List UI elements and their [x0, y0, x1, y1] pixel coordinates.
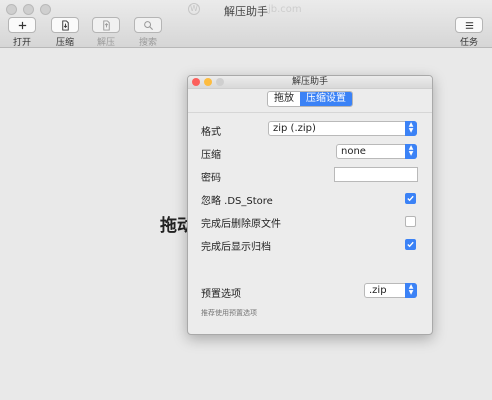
open-button[interactable]: 打开 — [7, 17, 37, 48]
delete-after-checkbox[interactable] — [405, 216, 416, 227]
up-down-arrow-icon: ▲ ▼ — [405, 121, 417, 136]
watermark-text: jb.com — [268, 4, 302, 15]
format-label: 格式 — [201, 127, 221, 138]
preferences-titlebar: 解压助手 — [188, 76, 432, 89]
extract-label: 解压 — [96, 38, 115, 48]
preset-value: .zip — [369, 285, 387, 296]
show-archive-label: 完成后显示归档 — [201, 242, 271, 253]
tasks-button[interactable]: 任务 — [454, 17, 484, 48]
ignore-ds-store-checkbox[interactable] — [405, 193, 416, 204]
preferences-tabs: 拖放 压缩设置 — [267, 91, 353, 107]
compression-settings-panel: 格式 zip (.zip) ▲ ▼ 压缩 none ▲ ▼ 密码 忽略 .DS_St… — [188, 112, 432, 334]
preferences-title: 解压助手 — [291, 77, 328, 87]
compress-label: 压缩 — [55, 38, 74, 48]
ignore-ds-store-label: 忽略 .DS_Store — [201, 196, 273, 207]
search-label: 搜索 — [138, 38, 157, 48]
main-titlebar: W 解压助手 jb.com 打开 压缩 解压 搜索 任务 — [0, 0, 492, 48]
plus-icon — [18, 21, 26, 29]
tab-compression-settings[interactable]: 压缩设置 — [300, 92, 352, 106]
checkmark-icon — [407, 241, 414, 248]
compress-file-icon — [61, 19, 69, 31]
compression-value: none — [341, 146, 366, 157]
format-value: zip (.zip) — [273, 123, 316, 134]
preset-select[interactable]: .zip ▲ ▼ — [364, 283, 417, 298]
open-label: 打开 — [12, 38, 31, 48]
list-icon — [465, 21, 473, 29]
checkmark-icon — [407, 195, 414, 202]
tasks-label: 任务 — [459, 38, 478, 48]
preferences-window: 解压助手 拖放 压缩设置 格式 zip (.zip) ▲ ▼ 压缩 none ▲ ▼… — [187, 75, 433, 335]
extract-button[interactable]: 解压 — [91, 17, 121, 48]
extract-file-icon — [102, 19, 110, 31]
up-down-arrow-icon: ▲ ▼ — [405, 283, 417, 298]
show-archive-checkbox[interactable] — [405, 239, 416, 250]
preset-label: 预置选项 — [201, 289, 241, 300]
format-select[interactable]: zip (.zip) ▲ ▼ — [268, 121, 417, 136]
password-field[interactable] — [334, 167, 418, 182]
tab-drag-drop[interactable]: 拖放 — [268, 92, 300, 106]
compression-label: 压缩 — [201, 150, 221, 161]
preset-hint: 推荐使用预置选项 — [201, 309, 257, 317]
compression-select[interactable]: none ▲ ▼ — [336, 144, 417, 159]
up-down-arrow-icon: ▲ ▼ — [405, 144, 417, 159]
search-icon — [143, 20, 153, 30]
compress-button[interactable]: 压缩 — [50, 17, 80, 48]
search-button[interactable]: 搜索 — [133, 17, 163, 48]
delete-after-label: 完成后删除原文件 — [201, 219, 281, 230]
password-label: 密码 — [201, 173, 221, 184]
